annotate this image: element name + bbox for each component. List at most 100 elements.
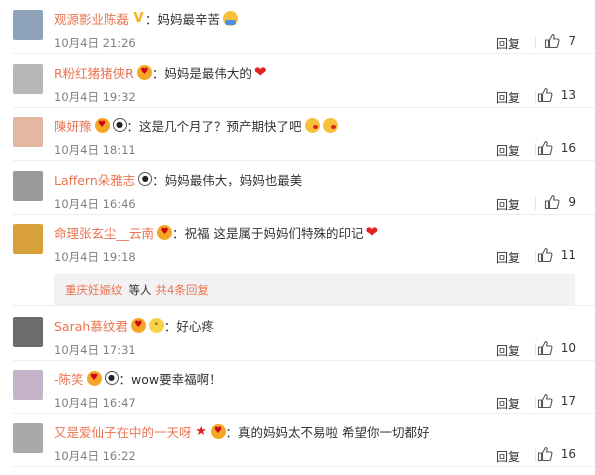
reply-button[interactable]: 回复 [496, 142, 520, 159]
star-icon: ★ [195, 423, 207, 439]
like-count: 13 [560, 88, 576, 102]
avatar-image [13, 317, 43, 347]
comment-row: 又是爱仙子在中的一天呀 ★ ♥：真的妈妈太不易啦 希望你一切都好 10月4日 16:2… [0, 413, 595, 467]
avatar[interactable] [13, 224, 43, 254]
comment-timestamp: 10月4日 16:46 [54, 197, 136, 211]
thumbs-up-icon [537, 340, 553, 356]
avatar[interactable] [13, 10, 43, 40]
sub-reply-user-link[interactable]: 重庆妊娠纹 [65, 282, 123, 298]
comment-text: 好心疼 [176, 318, 214, 334]
comment-text: 真的妈妈太不易啦 希望你一切都好 [238, 424, 430, 440]
fan-badge-icon: ♥ [86, 370, 102, 386]
like-count: 11 [560, 248, 576, 262]
thumbs-up-icon [537, 87, 553, 103]
avatar[interactable] [13, 317, 43, 347]
avatar-image [13, 224, 43, 254]
comment-text: 这是几个月了？预产期快了吧 [139, 118, 302, 134]
username-link[interactable]: 命理张玄尘__云南 [54, 223, 154, 242]
comment-header: 观源影业陈磊 V：妈妈最辛苦 [54, 9, 239, 28]
comment-timestamp: 10月4日 17:31 [54, 343, 136, 357]
avatar[interactable] [13, 64, 43, 94]
username-link[interactable]: -陈笑 [54, 369, 84, 388]
reply-button[interactable]: 回复 [496, 448, 520, 465]
avatar-image [13, 171, 43, 201]
username-link[interactable]: Sarah慕纹君 [54, 316, 128, 335]
reply-button[interactable]: 回复 [496, 249, 520, 266]
comment-text: 妈妈最伟大，妈妈也最美 [164, 172, 303, 188]
thumbs-up-icon [537, 247, 553, 263]
comment-row: -陈笑 ♥ ●： wow要幸福啊！ 10月4日 16:47 回复 17 [0, 360, 595, 414]
comment-list: 重庆妊娠纹 等人 共4条回复 观源影业陈磊 V：妈妈最辛苦 10月4日 21:26 回… [0, 0, 595, 475]
comment-header: 命理张玄尘__云南 ♥：祝福 这是属于妈妈们特殊的印记 ❤ [54, 223, 378, 241]
colon-separator: ： [126, 118, 140, 134]
like-button[interactable]: 17 [537, 393, 576, 409]
comment-header: 陳妍豫 ♥ ●：这是几个月了？预产期快了吧 [54, 116, 338, 134]
like-button[interactable]: 16 [537, 140, 576, 156]
like-button[interactable]: 16 [537, 446, 576, 462]
username-link[interactable]: R粉红猪猪侠R [54, 63, 134, 82]
like-button[interactable]: 10 [537, 340, 576, 356]
avatar[interactable] [13, 370, 43, 400]
colon-separator: ： [163, 318, 177, 334]
avatar-image [13, 370, 43, 400]
comment-timestamp: 10月4日 19:18 [54, 250, 136, 264]
fan-badge-icon: ♥ [210, 423, 226, 439]
fan-badge-icon: ♥ [130, 317, 146, 333]
avatar[interactable] [13, 423, 43, 453]
like-button[interactable]: 13 [537, 87, 576, 103]
username-link[interactable]: Laffern朵雅志 [54, 170, 135, 189]
action-separator [535, 197, 536, 210]
like-button[interactable]: 11 [537, 247, 576, 263]
sub-reply-middle-text: 等人 [128, 283, 152, 297]
comment-text: 妈妈最辛苦 [157, 11, 221, 27]
avatar-image [13, 117, 43, 147]
reply-button[interactable]: 回复 [496, 196, 520, 213]
comment-header: Sarah慕纹君 ♥ •：好心疼 [54, 316, 214, 334]
fan-badge-icon: ♥ [94, 117, 110, 133]
reply-button[interactable]: 回复 [496, 342, 520, 359]
fan-badge-icon: ♥ [136, 64, 152, 80]
thumbs-up-icon [537, 140, 553, 156]
reply-button[interactable]: 回复 [496, 89, 520, 106]
face-badge-icon: • [148, 317, 164, 333]
tired-face-emoji [223, 10, 239, 26]
comment-header: Laffern朵雅志 ●：妈妈最伟大，妈妈也最美 [54, 170, 302, 188]
colon-separator: ： [172, 225, 185, 241]
sub-reply-count-link[interactable]: 共4条回复 [156, 282, 209, 298]
comment-timestamp: 10月4日 16:47 [54, 396, 136, 410]
verified-v-icon: V [133, 10, 144, 26]
like-button[interactable]: 9 [544, 194, 576, 210]
like-count: 7 [568, 34, 576, 48]
comment-header: -陈笑 ♥ ●： wow要幸福啊！ [54, 369, 222, 387]
like-count: 16 [560, 447, 576, 461]
username-link[interactable]: 又是爱仙子在中的一天呀 [54, 422, 192, 441]
colon-separator: ： [145, 11, 158, 27]
row-divider [13, 305, 595, 306]
avatar[interactable] [13, 117, 43, 147]
heart-emoji: ❤ [365, 222, 379, 241]
comment-text: 妈妈是最伟大的 [164, 65, 252, 81]
avatar[interactable] [13, 171, 43, 201]
colon-separator: ： [225, 424, 239, 440]
reply-button[interactable]: 回复 [496, 35, 520, 52]
thumbs-up-icon [537, 446, 553, 462]
colon-separator: ： [151, 65, 165, 81]
comment-row: Sarah慕纹君 ♥ •：好心疼 10月4日 17:31 回复 10 [0, 307, 595, 361]
colon-separator: ： [118, 371, 132, 387]
panda-icon: ● [112, 118, 127, 132]
reply-button[interactable]: 回复 [496, 395, 520, 412]
avatar-image [13, 423, 43, 453]
comment-row: Laffern朵雅志 ●：妈妈最伟大，妈妈也最美 10月4日 16:46 回复 9 [0, 161, 595, 215]
like-count: 17 [560, 394, 576, 408]
kiss-emoji [322, 117, 338, 133]
avatar-image [13, 10, 43, 40]
username-link[interactable]: 观源影业陈磊 [54, 9, 129, 28]
username-link[interactable]: 陳妍豫 [54, 116, 92, 135]
thumbs-up-icon [545, 33, 560, 49]
comment-timestamp: 10月4日 21:26 [54, 36, 136, 50]
action-separator [535, 36, 536, 49]
comment-timestamp: 10月4日 16:22 [54, 449, 136, 463]
comment-timestamp: 10月4日 18:11 [54, 143, 136, 157]
like-button[interactable]: 7 [544, 33, 576, 49]
comment-row: 命理张玄尘__云南 ♥：祝福 这是属于妈妈们特殊的印记 ❤ 10月4日 19:18 回复… [0, 214, 595, 268]
